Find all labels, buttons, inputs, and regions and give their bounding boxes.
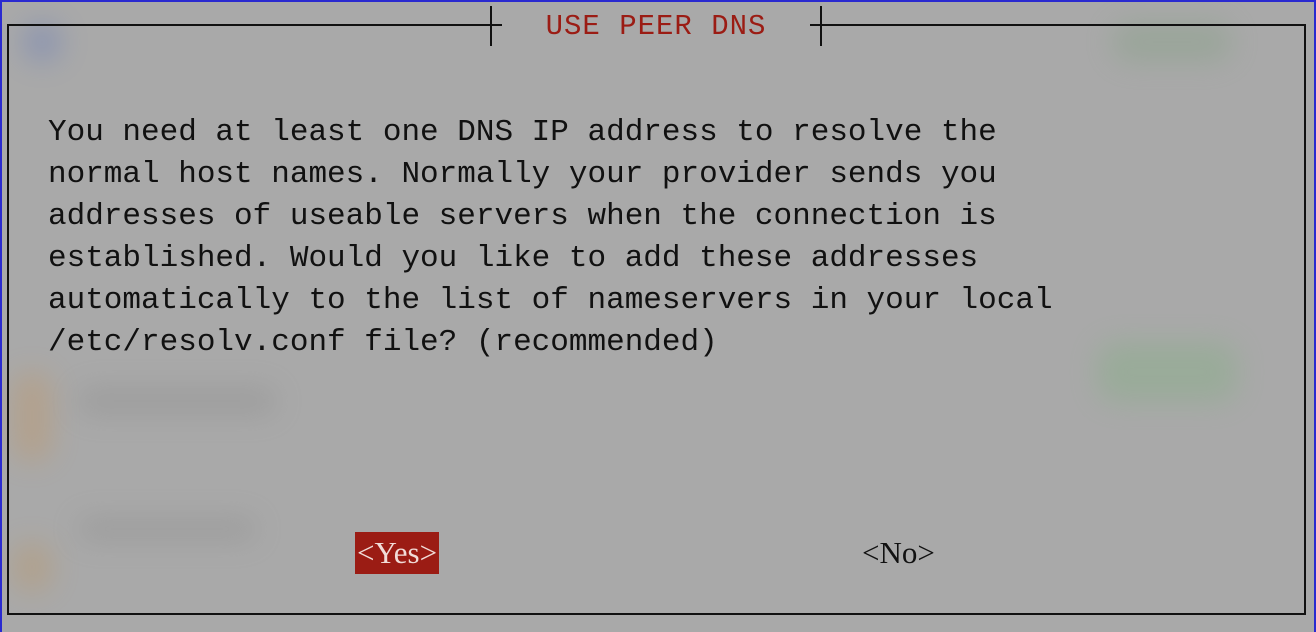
message-line: addresses of useable servers when the co… [48,199,997,234]
yes-button[interactable]: <Yes> [355,532,440,574]
message-line: You need at least one DNS IP address to … [48,115,997,150]
no-button[interactable]: <No> [860,532,937,574]
message-line: automatically to the list of nameservers… [48,283,1053,318]
message-line: established. Would you like to add these… [48,241,979,276]
message-line: /etc/resolv.conf file? (recommended) [48,325,718,360]
terminal-screen: You need at least one DNS IP address to … [0,0,1316,632]
dialog-title: USE PEER DNS [545,9,767,43]
dialog-box: You need at least one DNS IP address to … [7,24,1306,615]
dialog-title-frame: USE PEER DNS [490,6,822,46]
message-line: normal host names. Normally your provide… [48,157,997,192]
dialog-message: You need at least one DNS IP address to … [48,112,1288,364]
